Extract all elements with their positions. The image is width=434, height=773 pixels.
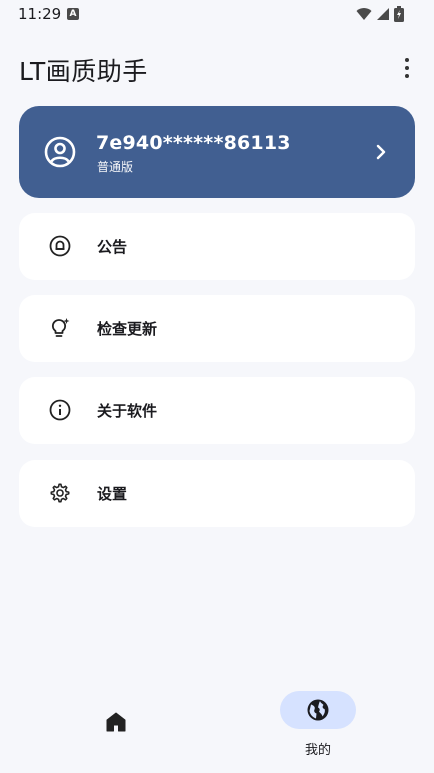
app-title: LT画质助手 [19,57,148,86]
menu-label: 检查更新 [97,320,158,338]
account-level: 普通版 [97,160,134,174]
status-time: 11:29 [18,5,62,23]
account-circle-icon [44,136,76,168]
account-id: 7e940******86113 [96,132,291,154]
menu-label: 公告 [97,238,128,256]
globe-icon [307,699,329,721]
a-letter-icon: A [67,8,79,20]
nav-mine-label: 我的 [304,743,331,758]
bottom-nav: 我的 [0,680,434,773]
wifi-icon [356,8,372,20]
battery-charging-icon [394,6,404,22]
signal-icon [377,8,389,20]
menu-item-about[interactable]: 关于软件 [19,377,415,444]
menu-item-check-update[interactable]: 检查更新 [19,295,415,362]
menu-item-announcement[interactable]: 公告 [19,213,415,280]
status-bar: 11:29 A [0,0,434,30]
nav-home[interactable] [80,690,152,762]
more-dot [405,74,409,78]
menu-label: 关于软件 [97,402,158,420]
info-icon [49,399,71,421]
gear-icon [50,483,70,503]
bell-icon [49,235,71,257]
home-icon [106,712,126,732]
more-dot [405,66,409,70]
menu-item-settings[interactable]: 设置 [19,460,415,527]
lightbulb-sparkle-icon [51,318,70,337]
status-icons [356,6,404,22]
menu-label: 设置 [97,485,128,503]
chevron-right-icon [376,144,386,160]
more-vert-icon[interactable] [394,55,420,81]
nav-mine[interactable]: 我的 [270,690,366,762]
more-dot [405,58,409,62]
account-card[interactable]: 7e940******86113 普通版 [19,106,415,198]
